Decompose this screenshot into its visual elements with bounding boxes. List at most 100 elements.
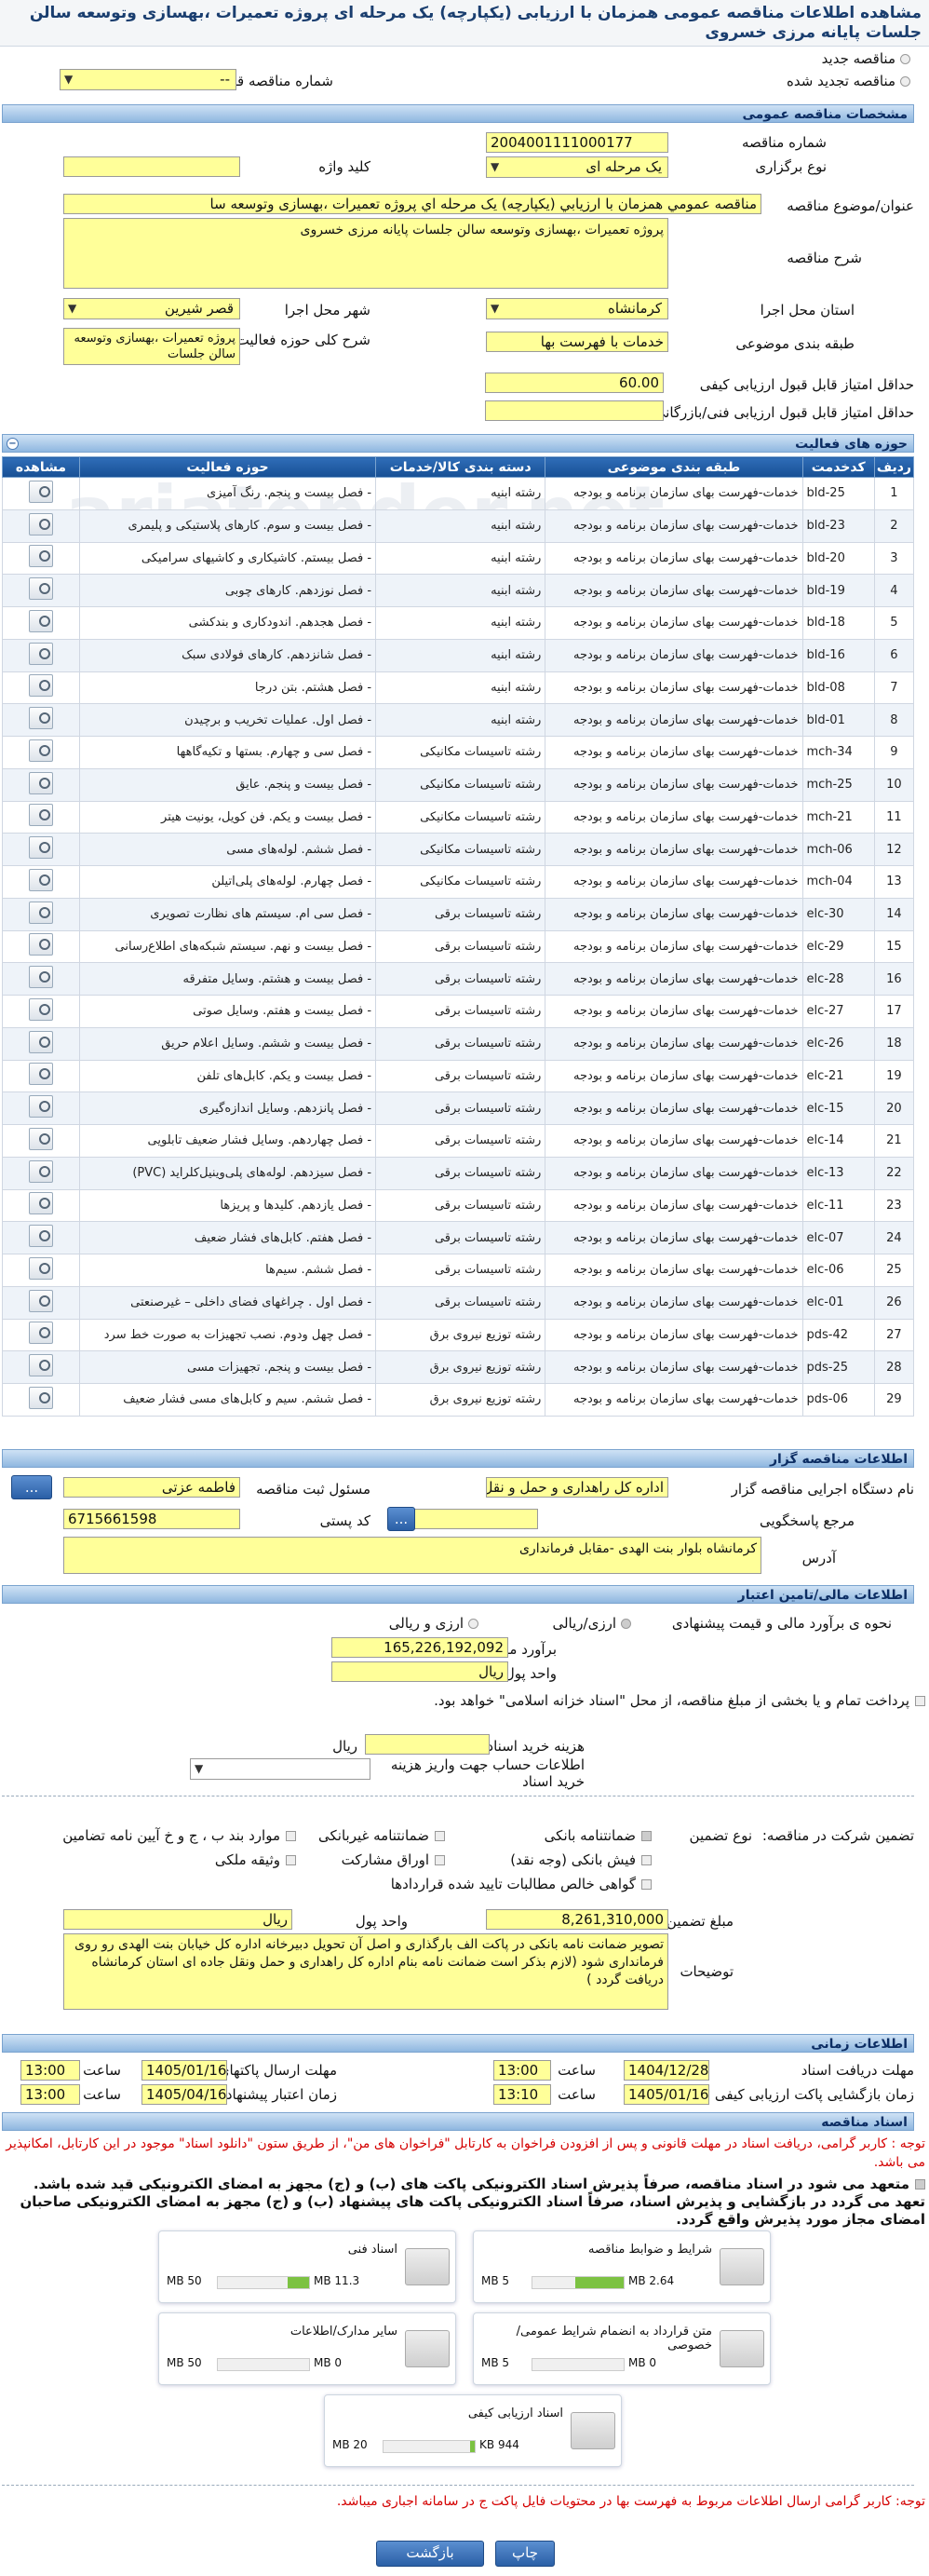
min-quality-field[interactable]: 60.00 xyxy=(485,373,664,393)
view-icon[interactable] xyxy=(28,1289,53,1312)
both-radio[interactable]: ارزی و ریالی xyxy=(389,1615,478,1632)
opt-property-collateral[interactable]: وثیقه ملکی xyxy=(215,1851,296,1868)
collapse-icon[interactable]: − xyxy=(7,438,19,450)
currency-field[interactable]: ريال xyxy=(331,1661,508,1682)
view-icon[interactable] xyxy=(28,1354,53,1377)
view-icon[interactable] xyxy=(28,707,53,730)
back-button[interactable]: بازگشت xyxy=(376,2541,484,2567)
doc-cost-field[interactable] xyxy=(365,1734,490,1755)
tender-number-field[interactable]: 2004001111000177 xyxy=(486,132,668,153)
tender-type-select[interactable]: یک مرحله ای ▼ xyxy=(486,156,668,178)
table-row: 27 pds-42 خدمات-فهرست بهای سازمان برنامه و… xyxy=(2,1318,915,1352)
view-icon[interactable] xyxy=(28,480,53,503)
responsible-more-button[interactable]: ... xyxy=(11,1475,52,1499)
opt-bonds[interactable]: اوراق مشارکت xyxy=(342,1851,445,1868)
prev-number-select[interactable]: -- ▼ xyxy=(60,69,236,90)
view-icon[interactable] xyxy=(28,577,53,601)
print-button[interactable]: چاپ xyxy=(495,2541,555,2567)
view-icon[interactable] xyxy=(28,674,53,698)
commitment-check[interactable]: متعهد می شود در اسناد مناقصه، صرفاً پذیر… xyxy=(4,2176,925,2229)
reference-field[interactable] xyxy=(413,1509,538,1529)
recv-time-field[interactable]: 13:00 xyxy=(493,2060,551,2081)
reference-more-button[interactable]: ... xyxy=(387,1507,415,1531)
row-code: elc-26 xyxy=(801,1026,875,1061)
opt-verified-claims[interactable]: گواهی خالص مطالبات تایید شده قراردادها xyxy=(391,1876,652,1892)
view-icon[interactable] xyxy=(28,512,53,536)
view-icon[interactable] xyxy=(28,1386,53,1409)
validity-time-field[interactable]: 13:00 xyxy=(20,2084,80,2105)
treasury-check[interactable]: پرداخت تمام و یا بخشی از مبلغ مناقصه، از… xyxy=(13,1691,925,1710)
view-icon[interactable] xyxy=(28,1322,53,1345)
view-icon[interactable] xyxy=(28,1225,53,1248)
row-view-cell xyxy=(2,865,80,899)
view-icon[interactable] xyxy=(28,804,53,827)
folder-icon xyxy=(405,2248,450,2285)
opt-cash-receipt[interactable]: فیش بانکی (وجه نقد) xyxy=(510,1851,652,1868)
keyword-field[interactable] xyxy=(63,156,240,177)
row-view-cell xyxy=(2,736,80,769)
rial-radio[interactable]: ارزی/ریالی xyxy=(552,1615,631,1632)
row-number: 23 xyxy=(873,1188,915,1223)
row-group: رشته ابنیه xyxy=(375,703,546,737)
validity-label: زمان اعتبار پیشنهاد xyxy=(225,2086,337,2103)
file-box-other[interactable]: سایر مدارک/اطلاعات 50 MB 0 MB xyxy=(158,2312,456,2385)
view-icon[interactable] xyxy=(28,933,53,956)
view-icon[interactable] xyxy=(28,836,53,860)
view-icon[interactable] xyxy=(28,901,53,924)
estimate-field[interactable]: 165,226,192,092 xyxy=(331,1637,508,1658)
open-hour-field[interactable]: 13:10 xyxy=(493,2084,551,2105)
view-icon[interactable] xyxy=(28,609,53,632)
subject-field[interactable]: مناقصه عمومي همزمان با ارزيابي (يكپارچه)… xyxy=(63,194,761,214)
send-time-field[interactable]: 13:00 xyxy=(20,2060,80,2081)
view-icon[interactable] xyxy=(28,997,53,1021)
validity-date-field[interactable]: 1405/04/16 xyxy=(141,2084,227,2105)
renewed-tender-radio[interactable]: مناقصه تجدید شده xyxy=(787,73,910,89)
opt-nonbank-guarantee[interactable]: ضمانتنامه غیربانکی xyxy=(318,1827,445,1844)
view-icon[interactable] xyxy=(28,966,53,989)
address-field[interactable]: كرمانشاه بلوار بنت الهدی -مقابل فرماندار… xyxy=(63,1537,761,1574)
opt-bylaw-items[interactable]: موارد بند ب ، ج و خ آیین نامه تضامین xyxy=(62,1827,296,1844)
view-icon[interactable] xyxy=(28,868,53,891)
view-icon[interactable] xyxy=(28,642,53,665)
row-field: - فصل اول. عملیات تخریب و برچیدن xyxy=(78,703,377,737)
min-tech-field[interactable] xyxy=(485,400,664,421)
view-icon[interactable] xyxy=(28,771,53,794)
opt-bank-guarantee[interactable]: ضمانتنامه بانکی xyxy=(545,1827,652,1844)
view-icon[interactable] xyxy=(28,1127,53,1150)
postal-field[interactable]: 6715661598 xyxy=(63,1509,240,1529)
row-number: 18 xyxy=(873,1026,915,1061)
city-select[interactable]: قصر شيرين ▼ xyxy=(63,298,240,319)
recv-date-field[interactable]: 1404/12/28 xyxy=(624,2060,709,2081)
guarantee-amount-field[interactable]: 8,261,310,000 xyxy=(486,1909,668,1930)
row-view-cell xyxy=(2,1221,80,1254)
guarantee-label: تضمین شرکت در مناقصه: xyxy=(761,1827,914,1844)
org-field[interactable]: اداره كل راهداری و حمل و نقل xyxy=(486,1477,668,1498)
open-date-field[interactable]: 1405/01/16 xyxy=(624,2084,709,2105)
view-icon[interactable] xyxy=(28,1256,53,1280)
view-icon[interactable] xyxy=(28,739,53,762)
view-icon[interactable] xyxy=(28,1030,53,1053)
explanation-field[interactable]: تصوير ضمانت نامه بانكی در پاكت الف بارگذ… xyxy=(63,1933,668,2010)
row-number: 10 xyxy=(873,767,915,802)
scope-listbox[interactable]: پروژه تعميرات ،بهسازی وتوسعه سالن جلسات xyxy=(63,328,240,365)
view-icon[interactable] xyxy=(28,545,53,568)
view-icon[interactable] xyxy=(28,1192,53,1215)
send-date-field[interactable]: 1405/01/16 xyxy=(141,2060,227,2081)
responsible-field[interactable]: فاطمه عزتی xyxy=(63,1477,240,1498)
province-select[interactable]: كرمانشاه ▼ xyxy=(486,298,668,319)
view-icon[interactable] xyxy=(28,1159,53,1183)
table-row: 23 elc-11 خدمات-فهرست بهای سازمان برنامه و… xyxy=(2,1188,915,1223)
guarantee-currency-field[interactable]: ريال xyxy=(63,1909,292,1930)
file-box-terms[interactable]: شرایط و ضوابط مناقصه 5 MB 2.64 MB xyxy=(473,2230,771,2303)
view-icon[interactable] xyxy=(28,1095,53,1119)
view-icon[interactable] xyxy=(28,1063,53,1086)
description-field[interactable]: پروژه تعميرات ،بهسازی وتوسعه سالن جلسات … xyxy=(63,218,668,289)
new-tender-radio[interactable]: مناقصه جدید xyxy=(822,50,910,67)
file-box-quality[interactable]: اسناد ارزیابی کیفی 20 MB 944 KB xyxy=(324,2394,622,2467)
category-field[interactable]: خدمات با فهرست بها xyxy=(486,332,668,352)
account-select[interactable]: ▼ xyxy=(190,1758,370,1780)
file-box-technical[interactable]: اسناد فنی 50 MB 11.3 MB xyxy=(158,2230,456,2303)
explanation-label: توضیحات xyxy=(680,1963,734,1980)
scope-label: شرح کلی حوزه فعالیت xyxy=(236,332,370,348)
file-box-contract[interactable]: متن قرارداد به انضمام شرایط عمومی/خصوصی … xyxy=(473,2312,771,2385)
